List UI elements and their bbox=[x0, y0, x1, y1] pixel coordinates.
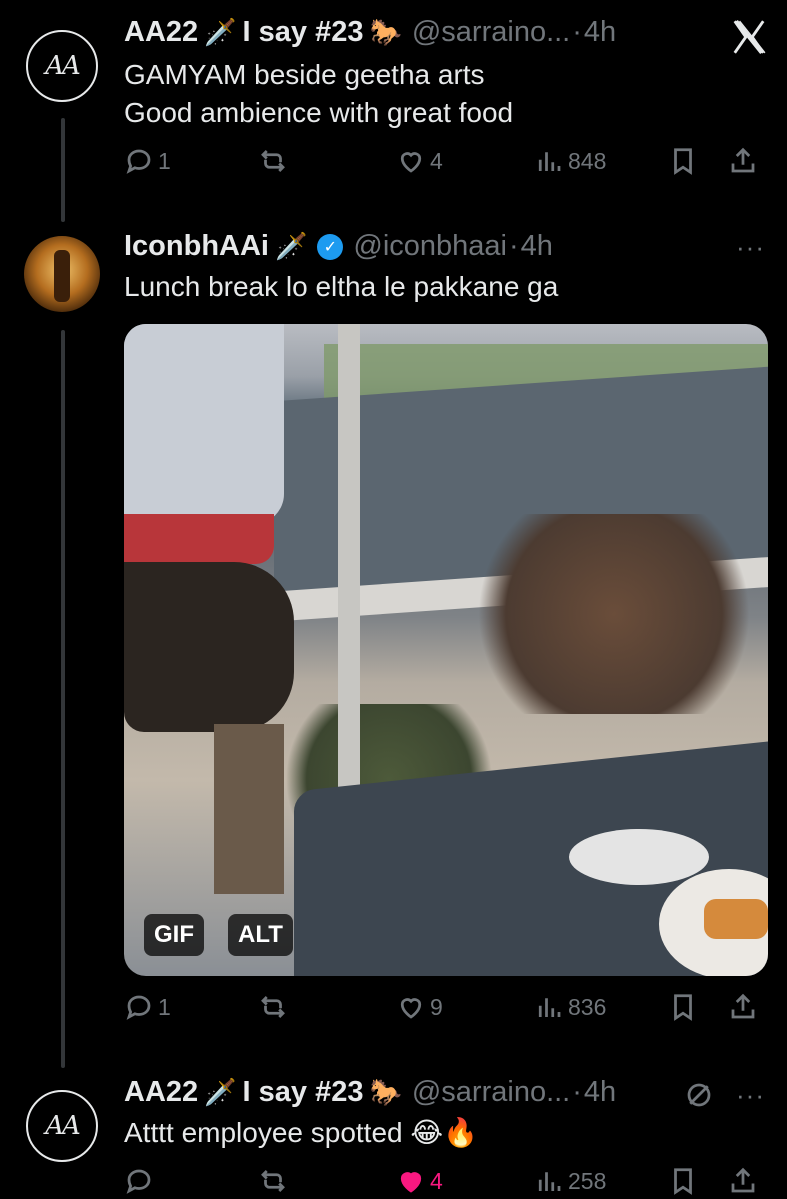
media-person bbox=[124, 324, 284, 524]
display-name-tagline[interactable]: I say #23 bbox=[243, 1076, 364, 1109]
tweet-header: AA22 🗡️ I say #23 🐎 @sarraino... · 4h bbox=[124, 1076, 616, 1109]
share-icon bbox=[731, 147, 755, 173]
reply-icon bbox=[126, 1169, 151, 1194]
bookmark-icon bbox=[674, 994, 692, 1021]
reply-icon bbox=[126, 149, 151, 174]
views-button[interactable]: 836 bbox=[534, 992, 606, 1022]
tweet-text: Atttt employee spotted 😂🔥 bbox=[124, 1114, 478, 1152]
avatar[interactable] bbox=[24, 236, 100, 312]
thread-line bbox=[61, 118, 65, 222]
tweet-header: AA22 🗡️ I say #23 🐎 @sarraino... · 4h bbox=[124, 16, 616, 49]
views-icon bbox=[538, 152, 561, 171]
view-count: 258 bbox=[568, 1167, 607, 1194]
media-person-legs bbox=[214, 724, 284, 894]
alt-badge[interactable]: ALT bbox=[228, 914, 293, 956]
tweet-actions: 1 4 848 bbox=[124, 146, 764, 186]
tweet-text-line: Lunch break lo eltha le pakkane ga bbox=[124, 271, 559, 302]
media-person-band bbox=[124, 514, 274, 564]
tweet-text: Lunch break lo eltha le pakkane ga bbox=[124, 268, 558, 306]
avatar[interactable]: AA bbox=[26, 30, 98, 102]
reply-count: 1 bbox=[158, 993, 171, 1020]
share-button[interactable] bbox=[728, 1166, 758, 1196]
sword-emoji: 🗡️ bbox=[204, 1077, 237, 1107]
retweet-button[interactable] bbox=[258, 146, 288, 176]
bookmark-button[interactable] bbox=[668, 1166, 698, 1196]
horse-emoji: 🐎 bbox=[369, 1077, 402, 1107]
media-bush bbox=[464, 514, 764, 714]
sword-emoji: 🗡️ bbox=[275, 231, 308, 261]
retweet-button[interactable] bbox=[258, 1166, 288, 1196]
retweet-button[interactable] bbox=[258, 992, 288, 1022]
bookmark-icon bbox=[674, 1168, 692, 1195]
like-button[interactable]: 9 bbox=[396, 992, 443, 1022]
like-button[interactable]: 4 bbox=[396, 1166, 443, 1196]
display-name[interactable]: AA22 bbox=[124, 16, 198, 49]
heart-filled-icon bbox=[400, 1172, 422, 1193]
timestamp[interactable]: 4h bbox=[584, 1076, 616, 1109]
tweet-text-line: Good ambience with great food bbox=[124, 97, 514, 128]
view-count: 836 bbox=[568, 993, 607, 1020]
views-icon bbox=[538, 998, 561, 1017]
display-name-tagline[interactable]: I say #23 bbox=[243, 16, 364, 49]
like-button[interactable]: 4 bbox=[396, 146, 443, 176]
media-plate bbox=[569, 829, 709, 885]
thread-line bbox=[61, 330, 65, 1068]
reply-icon bbox=[126, 995, 151, 1020]
more-options-button[interactable]: ··· bbox=[736, 1080, 765, 1111]
display-name[interactable]: AA22 bbox=[124, 1076, 198, 1109]
views-icon bbox=[538, 1172, 561, 1191]
bookmark-icon bbox=[674, 148, 692, 175]
horse-emoji: 🐎 bbox=[369, 17, 402, 47]
media-food bbox=[704, 899, 768, 939]
separator: · bbox=[508, 230, 519, 262]
retweet-icon bbox=[261, 996, 285, 1018]
view-count: 848 bbox=[568, 147, 607, 174]
tweet-header: IconbhAAi 🗡️ ✓ @iconbhaai · 4h bbox=[124, 230, 553, 263]
separator: · bbox=[572, 1076, 582, 1108]
bookmark-button[interactable] bbox=[668, 146, 698, 176]
tweet-text-line: GAMYAM beside geetha arts bbox=[124, 59, 485, 90]
retweet-icon bbox=[261, 1170, 285, 1192]
avatar[interactable]: AA bbox=[26, 1090, 98, 1162]
share-icon bbox=[731, 1167, 755, 1193]
bookmark-button[interactable] bbox=[668, 992, 698, 1022]
tweet-actions: 1 9 836 bbox=[124, 992, 764, 1032]
tweet-media-gif[interactable]: GIF ALT bbox=[124, 324, 768, 976]
views-button[interactable]: 258 bbox=[534, 1166, 606, 1196]
tweet-actions: 4 258 bbox=[124, 1166, 764, 1199]
edited-icon[interactable] bbox=[684, 1080, 714, 1110]
x-logo-icon[interactable] bbox=[730, 18, 768, 56]
reply-button[interactable] bbox=[124, 1166, 154, 1196]
like-count: 9 bbox=[430, 993, 443, 1020]
tweet-text-line: Atttt employee spotted 😂🔥 bbox=[124, 1117, 478, 1148]
reply-count: 1 bbox=[158, 147, 171, 174]
views-button[interactable]: 848 bbox=[534, 146, 606, 176]
like-count: 4 bbox=[430, 1167, 443, 1194]
heart-icon bbox=[400, 998, 422, 1019]
like-count: 4 bbox=[430, 147, 443, 174]
verified-badge-icon: ✓ bbox=[317, 233, 344, 260]
avatar-figure bbox=[54, 250, 70, 302]
display-name[interactable]: IconbhAAi bbox=[124, 230, 269, 263]
timestamp[interactable]: 4h bbox=[584, 16, 616, 49]
reply-button[interactable]: 1 bbox=[124, 992, 171, 1022]
sword-emoji: 🗡️ bbox=[204, 17, 237, 47]
tweet-text: GAMYAM beside geetha arts Good ambience … bbox=[124, 56, 513, 132]
share-button[interactable] bbox=[728, 146, 758, 176]
more-options-button[interactable]: ··· bbox=[736, 232, 765, 263]
heart-icon bbox=[400, 152, 422, 173]
share-button[interactable] bbox=[728, 992, 758, 1022]
media-pole bbox=[338, 324, 360, 844]
retweet-icon bbox=[261, 150, 285, 172]
user-handle[interactable]: @sarraino... bbox=[412, 16, 570, 49]
timestamp[interactable]: 4h bbox=[521, 230, 553, 263]
reply-button[interactable]: 1 bbox=[124, 146, 171, 176]
media-person-hair bbox=[124, 562, 294, 732]
gif-badge[interactable]: GIF bbox=[144, 914, 204, 956]
user-handle[interactable]: @sarraino... bbox=[412, 1076, 570, 1109]
separator: · bbox=[572, 16, 582, 48]
user-handle[interactable]: @iconbhaai bbox=[353, 230, 507, 263]
share-icon bbox=[731, 993, 755, 1019]
